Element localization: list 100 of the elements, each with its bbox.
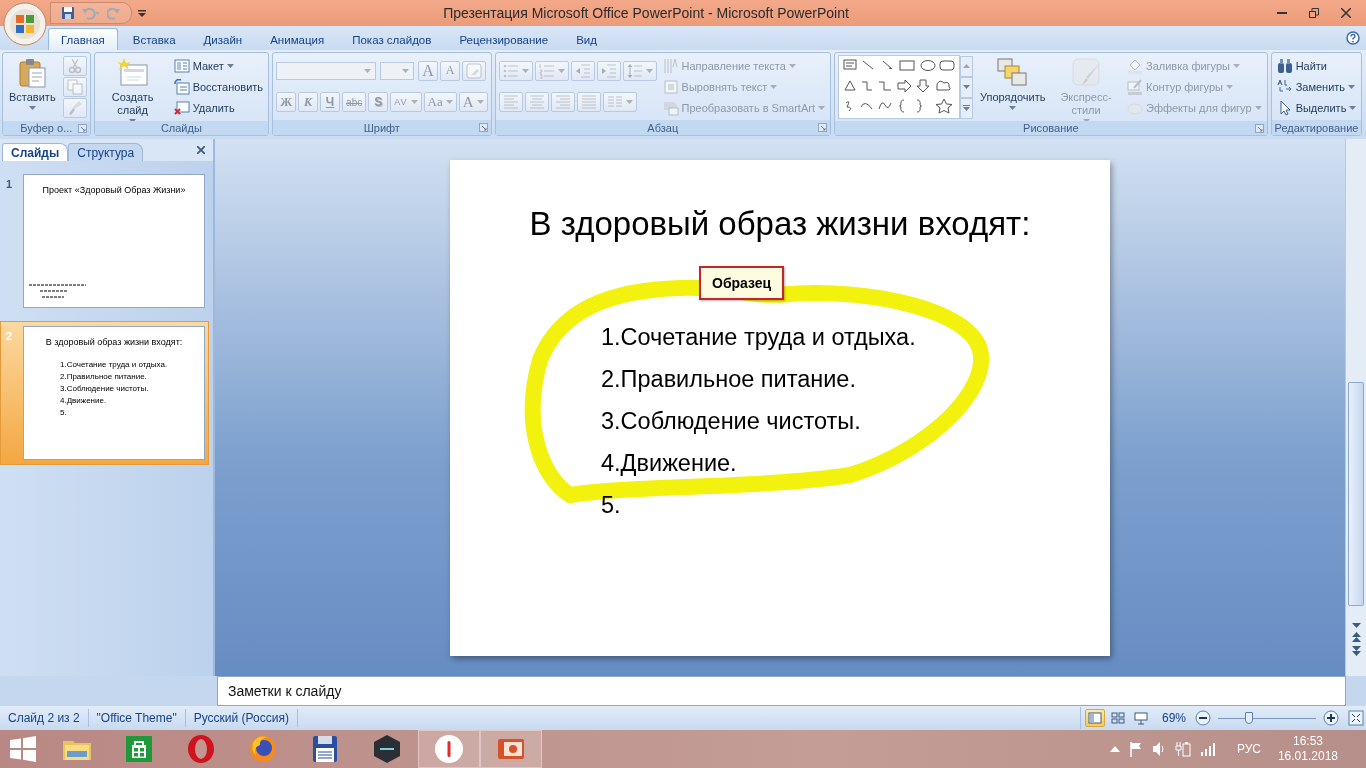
layout-icon — [173, 57, 190, 74]
flag-icon[interactable] — [1128, 741, 1143, 757]
small-text-drawing — [28, 283, 88, 301]
thumbnail-title: В здоровый образ жизни входят: — [44, 337, 184, 347]
dialog-launcher-icon[interactable] — [478, 123, 488, 132]
slide-list-item: 3.Соблюдение чистоты. — [601, 406, 862, 436]
panel-tab[interactable]: Слайды — [2, 143, 69, 161]
view-button[interactable] — [1084, 709, 1105, 727]
align-text-icon — [662, 78, 679, 95]
help-icon[interactable] — [1346, 31, 1360, 45]
fit-icon — [1348, 710, 1364, 726]
layout-button[interactable]: Макет — [171, 56, 236, 75]
clipboard-icon — [16, 57, 49, 89]
ribbon-tab[interactable]: Вставка — [119, 28, 189, 50]
speaker-icon[interactable] — [1151, 741, 1166, 757]
thumbnail-text: 3.Соблюдение чистоты. — [60, 383, 150, 395]
delete-button[interactable]: Удалить — [171, 99, 237, 118]
previous-slide-button[interactable] — [1351, 632, 1361, 642]
brush-icon — [1070, 57, 1102, 89]
windows-logo-icon — [7, 733, 39, 765]
double-down-icon — [1351, 646, 1361, 656]
scroll-down-button[interactable] — [1351, 623, 1361, 628]
justify-icon — [580, 94, 597, 111]
slide-icon — [116, 57, 149, 89]
slider-thumb[interactable] — [1245, 712, 1254, 724]
thumbnail-text: 5. — [60, 407, 68, 419]
thumbnail-title: Проект «Здоровый Образ Жизни» — [41, 185, 187, 195]
slide-list-item: 2.Правильное питание. — [601, 364, 857, 394]
slide-title: В здоровый образ жизни входят: — [528, 203, 1032, 244]
slide-thumbnail[interactable]: В здоровый образ жизни входят: 1.Сочетание труда и отдыха. 2.Правильное питание. 3.Соблюдение чистоты. 4.Движение. 5. — [23, 326, 205, 460]
zoom-slider[interactable] — [1218, 711, 1316, 725]
more-icon — [963, 105, 970, 111]
restore-icon — [1309, 8, 1319, 18]
group-label: Слайды — [160, 122, 202, 134]
align-left-icon — [502, 94, 519, 111]
fit-to-window-button[interactable] — [1348, 710, 1364, 726]
plus-icon — [1323, 710, 1339, 726]
slide-thumbnail[interactable]: Проект «Здоровый Образ Жизни» — [23, 174, 205, 308]
replace-icon — [1276, 78, 1293, 95]
text-direction-icon — [662, 57, 679, 74]
thumbnail-row[interactable]: 2 В здоровый образ жизни входят: 1.Сочетание труда и отдыха. 2.Правильное питание. 3.Соблюдение чистоты. 4.Движение. 5. — [0, 321, 209, 465]
paint-bucket-icon — [1127, 57, 1143, 74]
paste-button[interactable]: Вставить — [6, 55, 59, 119]
shopping-bag-icon — [123, 733, 155, 765]
normal-view-icon — [1087, 711, 1102, 725]
ribbon-tab[interactable]: Главная — [48, 28, 118, 50]
ribbon-tab[interactable]: Рецензирование — [446, 28, 562, 50]
minimize-icon — [1277, 12, 1287, 14]
gallery-more-button[interactable] — [960, 97, 973, 119]
zoom-out-button[interactable] — [1195, 710, 1211, 726]
browser-icon — [433, 733, 465, 765]
dialog-launcher-icon[interactable] — [818, 123, 827, 132]
pen-icon — [1127, 79, 1143, 95]
caret-icon — [402, 68, 410, 73]
numbered-list-icon — [538, 62, 555, 79]
globe-icon — [247, 733, 279, 765]
slideshow-icon — [1133, 711, 1148, 725]
replace-button[interactable]: Заменить — [1274, 77, 1358, 96]
reset-button[interactable]: Восстановить — [171, 78, 266, 96]
group-label: Буфер о... — [20, 122, 73, 134]
scrollbar-thumb[interactable] — [1348, 382, 1364, 606]
clock-date: 16.01.2018 — [1277, 749, 1338, 764]
gallery-down-button[interactable] — [960, 76, 973, 98]
clock-time: 16:53 — [1292, 734, 1323, 749]
find-button[interactable]: Найти — [1274, 56, 1329, 75]
customize-icon[interactable] — [138, 9, 146, 17]
taskbar-app[interactable] — [480, 730, 542, 768]
slide-list-item: 5. — [601, 490, 622, 520]
select-button[interactable]: Выделить — [1274, 98, 1359, 117]
dialog-launcher-icon[interactable] — [1254, 124, 1264, 133]
notes-field[interactable]: Заметки к слайду — [217, 676, 1346, 706]
grid-view-icon — [1110, 711, 1125, 725]
save-icon[interactable] — [61, 6, 75, 20]
zoom-in-button[interactable] — [1323, 710, 1339, 726]
delete-icon — [173, 100, 190, 117]
ribbon-tab[interactable]: Вид — [563, 28, 610, 50]
group-label: Шрифт — [363, 121, 400, 134]
signal-icon[interactable] — [1199, 742, 1216, 756]
ring-icon — [185, 733, 217, 765]
panel-tab[interactable]: Структура — [68, 143, 144, 161]
smartart-icon — [662, 99, 679, 116]
dialog-launcher-icon[interactable] — [77, 124, 87, 133]
up-caret-icon[interactable] — [1109, 746, 1120, 752]
down-icon — [1351, 623, 1361, 628]
outdent-icon — [574, 62, 591, 79]
ribbon-tab[interactable]: Показ слайдов — [339, 28, 445, 50]
ribbon-tab[interactable]: Дизайн — [190, 28, 256, 50]
align-right-icon — [554, 94, 571, 111]
group-label: Редактирование — [1274, 121, 1359, 134]
thumbnail-row[interactable]: 1 Проект «Здоровый Образ Жизни» — [0, 169, 209, 313]
battery-icon[interactable] — [1174, 741, 1191, 757]
indent-icon — [600, 62, 617, 79]
gallery-up-button[interactable] — [960, 55, 973, 77]
next-slide-button[interactable] — [1351, 646, 1361, 656]
close-icon[interactable] — [197, 146, 205, 154]
ribbon-tab[interactable]: Анимация — [257, 28, 338, 50]
caret-icon — [963, 85, 970, 89]
arrange-button[interactable]: Упорядочить — [977, 55, 1047, 119]
arrange-icon — [996, 57, 1028, 89]
zoom-level[interactable]: 69% — [1161, 711, 1186, 725]
